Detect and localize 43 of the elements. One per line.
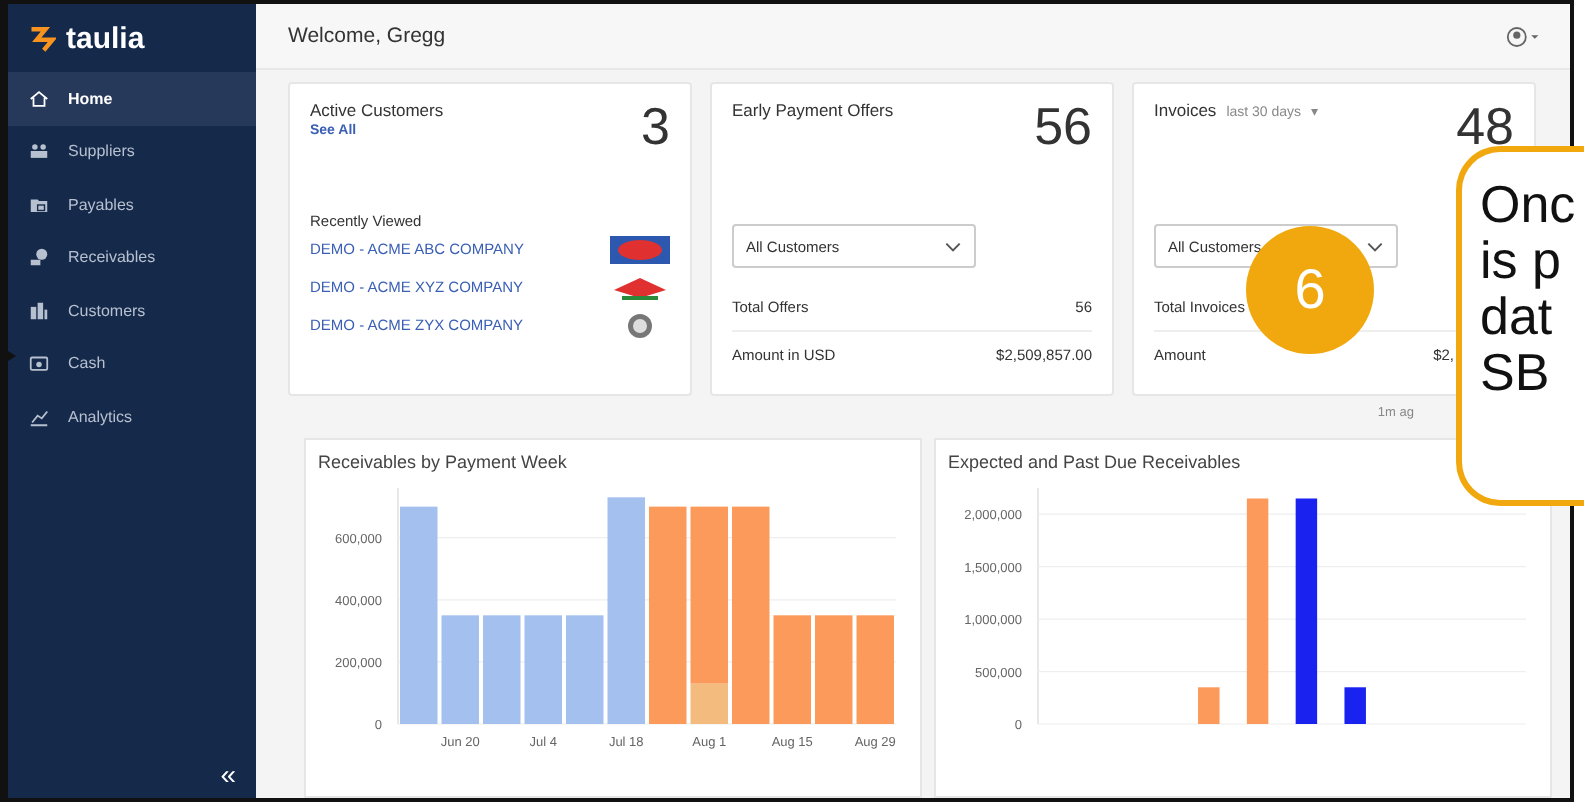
card-title: Early Payment Offers (732, 100, 894, 120)
callout-text: is p (1480, 232, 1563, 288)
bar (815, 615, 853, 724)
home-icon (28, 87, 50, 110)
cash-icon (28, 352, 50, 375)
card-title: Active Customers (310, 100, 444, 120)
callout-text: SB (1480, 344, 1552, 400)
logo-icon (28, 24, 56, 52)
welcome-text: Welcome, Gregg (288, 24, 446, 48)
bar (1198, 687, 1220, 724)
banner-logo (610, 273, 670, 301)
bar (483, 615, 521, 724)
bar (524, 615, 562, 724)
sidebar-item[interactable]: Customers (8, 284, 256, 337)
stat-count: 56 (1034, 100, 1092, 152)
chart-icon (28, 405, 50, 428)
people-icon (28, 140, 50, 163)
callout-text: dat (1480, 288, 1553, 344)
bar (1344, 687, 1366, 724)
stat-count: 48 (1456, 100, 1514, 152)
logo-text: taulia (66, 21, 145, 55)
chart-title: Receivables by Payment Week (318, 452, 569, 472)
bar (773, 615, 811, 724)
sidebar-item[interactable]: Cash (8, 337, 256, 390)
sidebar-item[interactable]: Analytics (8, 390, 256, 443)
bar (441, 615, 479, 724)
building-icon (28, 299, 50, 322)
bar (566, 615, 604, 724)
customer-count: 3 (641, 100, 670, 152)
user-menu-icon[interactable] (1506, 25, 1542, 47)
sidebar-item[interactable]: Receivables (8, 231, 256, 284)
sidebar-item[interactable]: Suppliers (8, 125, 256, 178)
oval-logo (610, 235, 670, 263)
card-title: Invoices (1154, 100, 1217, 120)
bar (856, 615, 894, 724)
chart-title: Expected and Past Due Receivables (948, 452, 1243, 472)
chevron-down-icon (944, 241, 962, 251)
sidebar-item[interactable]: Home (8, 72, 256, 125)
coin-icon (28, 246, 50, 269)
collapse-button[interactable]: « (220, 758, 236, 790)
sidebar-item[interactable]: Payables (8, 178, 256, 231)
callout-text: Onc (1480, 176, 1578, 232)
chevron-down-icon (1366, 241, 1384, 251)
